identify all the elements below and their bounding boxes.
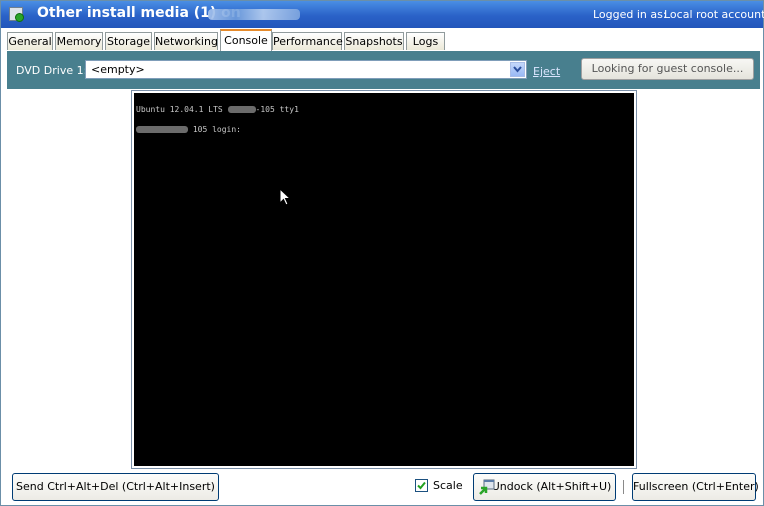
undock-label: Undock (Alt+Shift+U) — [491, 480, 612, 493]
guest-console-button[interactable]: Looking for guest console... — [581, 58, 754, 80]
dvd-drive-select[interactable]: <empty> — [85, 60, 527, 79]
console-tty: -105 tty1 — [255, 105, 299, 114]
toolbar-separator — [623, 480, 624, 494]
redacted-hostname — [136, 126, 188, 133]
scale-label: Scale — [433, 479, 463, 492]
vm-running-icon — [9, 7, 24, 22]
logged-in-user: Local root account — [664, 8, 764, 21]
tab-networking[interactable]: Networking — [154, 32, 218, 50]
checkmark-icon — [417, 481, 426, 490]
tab-performance[interactable]: Performance — [272, 32, 343, 50]
redacted-host-name — [208, 9, 300, 20]
tab-general[interactable]: General — [7, 32, 53, 50]
xencenter-window: Other install media (1) on Logged in as:… — [0, 0, 764, 506]
console-action-bar: Send Ctrl+Alt+Del (Ctrl+Alt+Insert) Scal… — [1, 469, 763, 505]
eject-link[interactable]: Eject — [533, 65, 560, 78]
tab-snapshots[interactable]: Snapshots — [344, 32, 404, 50]
mouse-pointer-icon — [279, 188, 291, 206]
fullscreen-button[interactable]: Fullscreen (Ctrl+Enter) — [632, 473, 759, 501]
dvd-drive-value: <empty> — [91, 63, 145, 76]
scale-checkbox[interactable] — [415, 479, 428, 492]
dvd-drive-label: DVD Drive 1: — [16, 64, 88, 77]
logged-in-label: Logged in as: — [593, 8, 667, 21]
tab-logs[interactable]: Logs — [406, 32, 445, 50]
tab-storage[interactable]: Storage — [105, 32, 152, 50]
console-line-1: Ubuntu 12.04.1 LTS -105 tty1 — [136, 105, 299, 114]
tab-memory[interactable]: Memory — [55, 32, 103, 50]
dvd-toolbar: DVD Drive 1: <empty> Eject Looking for g… — [7, 51, 760, 89]
console-os-version: Ubuntu 12.04.1 LTS — [136, 105, 223, 114]
console-login-prompt: 105 login: — [192, 125, 241, 134]
console-line-2: 105 login: — [136, 125, 241, 134]
redacted-hostname — [227, 106, 256, 113]
console-screen[interactable]: Ubuntu 12.04.1 LTS -105 tty1 105 login: — [134, 93, 634, 466]
undock-button[interactable]: Undock (Alt+Shift+U) — [473, 473, 616, 501]
send-ctrl-alt-del-button[interactable]: Send Ctrl+Alt+Del (Ctrl+Alt+Insert) — [12, 473, 219, 501]
chevron-down-icon[interactable] — [510, 62, 525, 77]
title-bar: Other install media (1) on Logged in as:… — [1, 1, 764, 28]
tab-console[interactable]: Console — [220, 29, 272, 51]
undock-icon — [479, 479, 495, 495]
console-frame: Ubuntu 12.04.1 LTS -105 tty1 105 login: — [131, 90, 637, 469]
